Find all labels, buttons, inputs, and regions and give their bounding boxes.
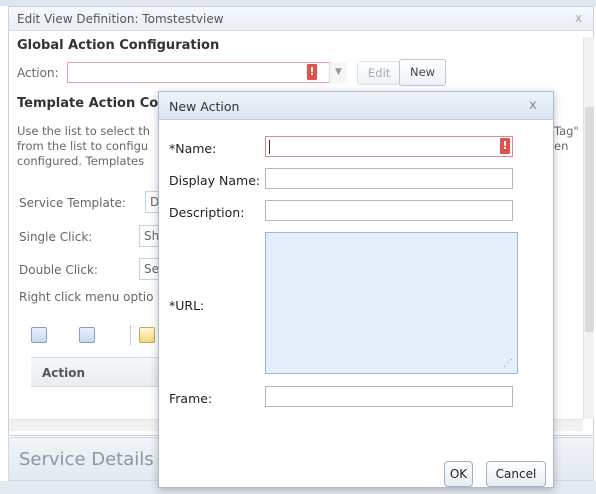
select-all-icon[interactable]	[31, 327, 47, 343]
outer-titlebar: Edit View Definition: Tomstestview x	[9, 7, 593, 31]
modal-titlebar[interactable]: New Action x	[159, 92, 553, 120]
new-action-button[interactable]: New	[399, 59, 447, 86]
description-overflow-text: Tag"	[554, 124, 579, 138]
action-grid-header: Action	[31, 357, 171, 387]
outer-close-icon[interactable]: x	[575, 11, 582, 25]
cancel-button[interactable]: Cancel	[486, 461, 546, 487]
template-description-line: configured. Templates	[17, 154, 145, 168]
edit-action-button[interactable]: Edit	[357, 61, 402, 85]
name-label: *Name:	[169, 141, 217, 156]
description-label: Description:	[169, 205, 245, 220]
vertical-scrollbar[interactable]	[583, 37, 594, 419]
url-textarea[interactable]	[265, 232, 518, 374]
action-select[interactable]	[67, 62, 347, 83]
new-action-modal: New Action x *Name: ! Display Name: Desc…	[158, 91, 554, 488]
description-overflow-text: en	[554, 139, 569, 153]
action-dropdown-chevron-icon[interactable]: ▼	[329, 62, 347, 83]
toolbar-separator	[130, 325, 131, 345]
ok-button[interactable]: OK	[444, 461, 473, 487]
single-click-label: Single Click:	[19, 230, 93, 244]
grid-column-action[interactable]: Action	[42, 366, 85, 380]
frame-label: Frame:	[169, 391, 213, 406]
modal-title: New Action	[169, 99, 240, 114]
vertical-scrollbar-thumb[interactable]	[585, 107, 594, 332]
copy-icon[interactable]	[79, 327, 95, 343]
action-error-icon: !	[307, 64, 317, 80]
text-caret	[269, 140, 270, 154]
outer-dialog-title: Edit View Definition: Tomstestview	[17, 12, 224, 26]
resize-grip-icon[interactable]: ⋰	[503, 358, 513, 369]
new-item-icon[interactable]	[139, 327, 155, 343]
modal-close-icon[interactable]: x	[529, 98, 537, 113]
template-action-heading: Template Action Co	[17, 96, 159, 111]
display-name-label: Display Name:	[169, 173, 261, 188]
action-toolbar	[21, 321, 171, 351]
global-action-configuration-heading: Global Action Configuration	[17, 38, 220, 53]
name-input[interactable]	[265, 136, 513, 157]
url-label: *URL:	[169, 298, 205, 313]
description-input[interactable]	[265, 200, 513, 221]
double-click-label: Double Click:	[19, 263, 98, 277]
template-description-line: Use the list to select th	[17, 124, 151, 138]
frame-input[interactable]	[265, 386, 513, 407]
right-click-menu-label: Right click menu optio	[19, 290, 154, 304]
service-template-label: Service Template:	[19, 196, 126, 210]
template-description-line: from the list to configu	[17, 139, 149, 153]
display-name-input[interactable]	[265, 168, 513, 189]
action-label: Action:	[17, 66, 59, 80]
service-details-heading[interactable]: Service Details	[19, 449, 154, 470]
name-error-icon: !	[500, 138, 510, 154]
